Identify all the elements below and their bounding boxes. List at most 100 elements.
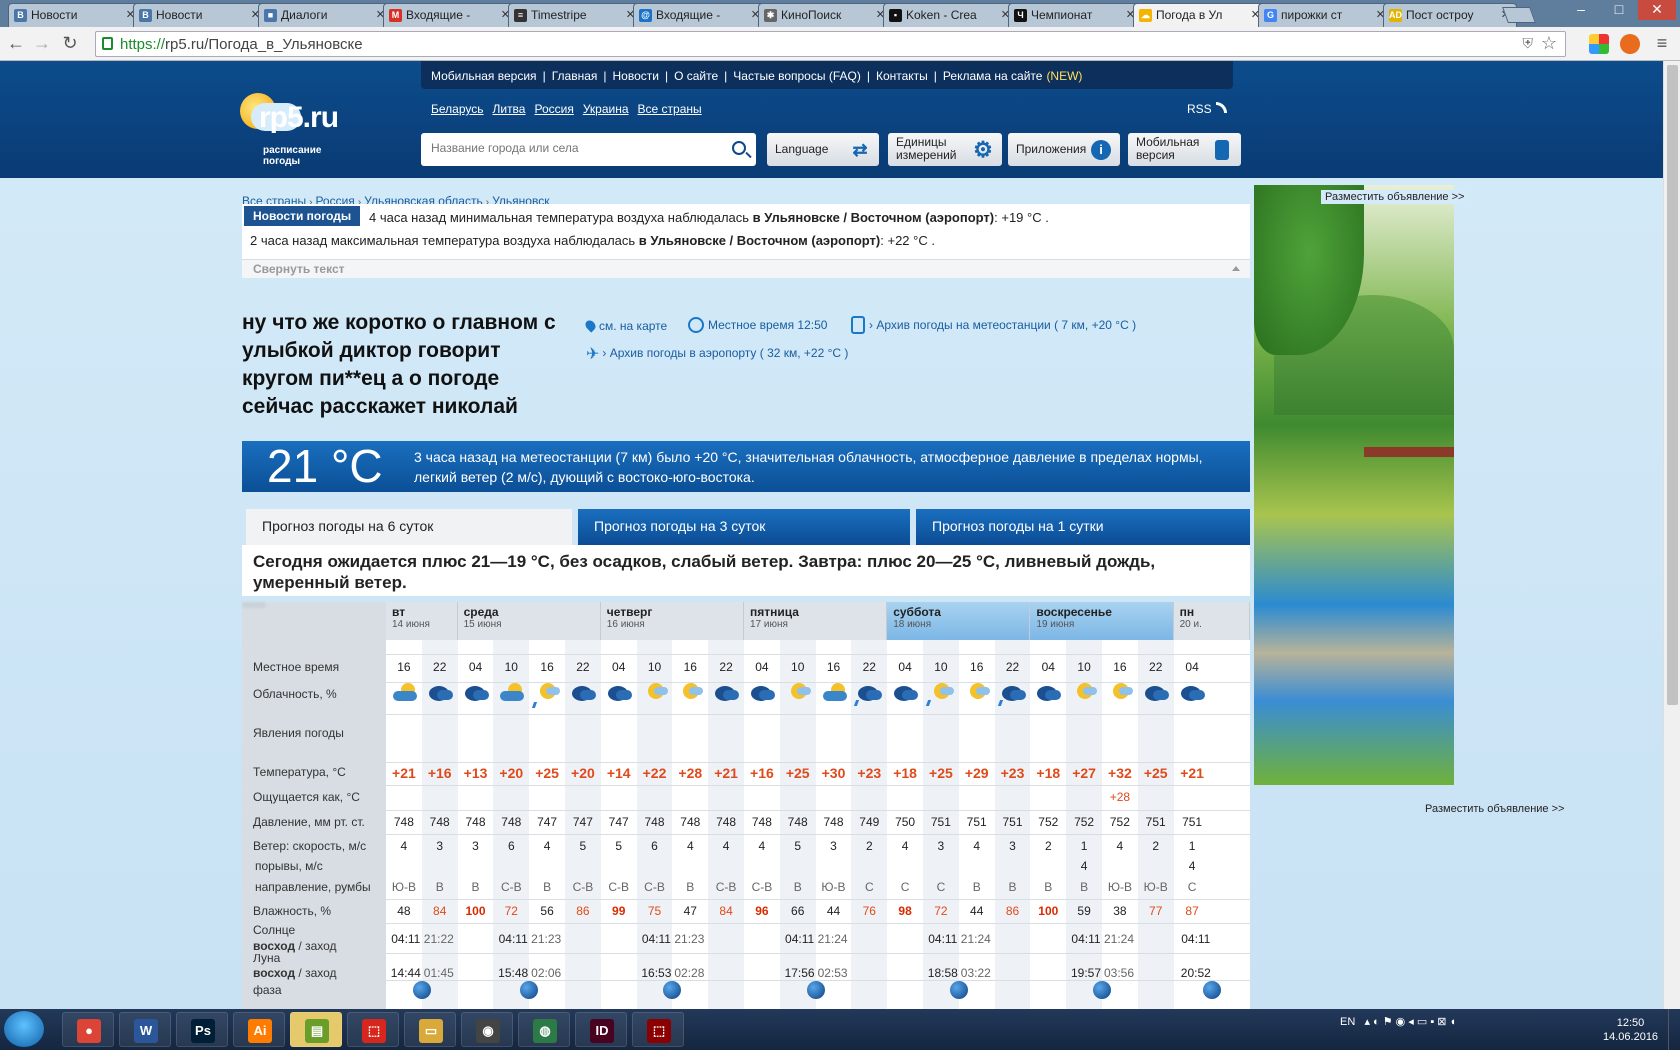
day-name: пятница [750,605,799,619]
country-link[interactable]: Беларусь [431,102,483,116]
taskbar-indesign-button[interactable]: ID [575,1012,627,1047]
acrobat-icon: ⬚ [362,1019,386,1043]
temperature-cell: +20 [499,765,524,781]
sunset-cell: 21:23 [674,932,705,946]
browser-tab[interactable]: ADПост остроу✕ [1383,3,1517,27]
country-link[interactable]: Россия [534,102,573,116]
map-link[interactable]: см. на карте [583,318,667,333]
browser-tab[interactable]: Gпирожки ст ✕ [1258,3,1392,27]
nav-link[interactable]: Главная [552,69,598,83]
nav-link[interactable]: Новости [613,69,659,83]
country-link[interactable]: Украина [583,102,629,116]
archive-airport-link[interactable]: ✈ › Архив погоды в аэропорту ( 32 км, +22… [586,344,848,364]
tab-forecast-3-days[interactable]: Прогноз погоды на 3 суток [578,509,910,545]
nav-link[interactable]: О сайте [674,69,718,83]
wind-direction-cell: В [1044,880,1053,894]
time-cell: 22 [1149,660,1163,674]
country-link[interactable]: Все страны [638,102,702,116]
extension-icon[interactable] [1589,34,1609,54]
taskbar-acrobat-button[interactable]: ⬚ [347,1012,399,1047]
scrollbar-thumb[interactable] [1667,65,1678,705]
taskbar-word-button[interactable]: W [119,1012,171,1047]
wind-speed-cell: 1 [1188,839,1196,853]
humidity-cell: 86 [1005,904,1020,918]
browser-tab[interactable]: ▪ Koken - Crea ✕ [883,3,1017,27]
taskbar-illustrator-button[interactable]: Ai [233,1012,285,1047]
moon-phase-icon [412,981,431,999]
browser-tab[interactable]: @ Входящие - ✕ [633,3,767,27]
tab-forecast-1-day[interactable]: Прогноз погоды на 1 сутки [916,509,1250,545]
address-bar[interactable]: https://rp5.ru/Погода_в_Ульяновске ⛨ ☆ [95,31,1566,57]
language-button[interactable]: Language ⇄ [767,133,879,166]
collapse-text-button[interactable]: Свернуть текст [242,259,1250,278]
nav-link[interactable]: Частые вопросы (FAQ) [733,69,861,83]
wind-speed-cell: 3 [472,839,479,853]
taskbar-photoshop-button[interactable]: Ps [176,1012,228,1047]
reload-button[interactable]: ↻ [58,32,82,56]
wind-direction-cell: В [972,880,981,894]
mobile-version-button[interactable]: Мобильная версия [1128,133,1241,166]
vertical-scrollbar[interactable] [1663,61,1680,1009]
airplane-icon: ✈ [586,346,600,363]
browser-tab[interactable]: B Новости ✕ [8,3,142,27]
nav-link[interactable]: Мобильная версия [431,69,537,83]
browser-tab[interactable]: Ч Чемпионат ✕ [1008,3,1142,27]
browser-tab[interactable]: ≡ Timestripe ✕ [508,3,642,27]
tab-forecast-6-days[interactable]: Прогноз погоды на 6 суток [246,509,572,545]
archive-station-link[interactable]: › Архив погоды на метеостанции ( 7 км, +… [851,316,1136,334]
sunny-cloud-icon [642,683,668,703]
cloud-icon [866,690,883,700]
nav-link[interactable]: Контакты [876,69,928,83]
taskbar-media-button[interactable]: ◉ [461,1012,513,1047]
browser-tab[interactable]: ■ Диалоги ✕ [258,3,392,27]
taskbar-chrome-button[interactable]: ● [62,1012,114,1047]
ad-place-link-bottom[interactable]: Разместить объявление >> [1421,802,1568,816]
taskbar-clock[interactable]: 12:50 14.06.2016 [1603,1016,1658,1044]
humidity-cell: 72 [934,904,948,918]
current-temperature: 21 °C [267,440,383,492]
cloud-icon [1119,687,1133,695]
taskbar-globe-button[interactable]: ◍ [518,1012,570,1047]
start-button[interactable] [4,1011,44,1047]
news-line-1: 4 часа назад минимальная температура воз… [369,210,1049,225]
browser-tab[interactable]: ☁ Погода в Ул ✕ [1133,3,1267,27]
wind-speed-cell: 4 [543,839,551,853]
ad-banner[interactable] [1254,185,1454,785]
pressure-cell: 752 [1109,815,1130,829]
menu-icon[interactable]: ≡ [1650,32,1674,56]
extension-badge-icon[interactable] [1620,34,1640,54]
taskbar-calculator-button[interactable]: ▤ [290,1012,342,1047]
search-icon[interactable] [732,141,746,155]
local-time: Местное время 12:50 [688,317,827,333]
weather-icon: ☁ [1139,9,1152,22]
pressure-cell: 751 [1002,815,1023,829]
wind-speed-cell: 1 [1080,839,1088,853]
country-link[interactable]: Литва [492,102,525,116]
search-input[interactable] [431,141,711,155]
ad-place-link-top[interactable]: Разместить объявление >> [1321,190,1469,204]
close-window-button[interactable]: ✕ [1638,0,1676,20]
minimize-button[interactable]: – [1562,0,1600,20]
day-header: четверг 16 июня [600,602,744,640]
browser-tab[interactable]: M Входящие - ✕ [383,3,517,27]
shield-icon[interactable]: ⛨ [1523,35,1534,52]
taskbar-explorer-button[interactable]: ▭ [404,1012,456,1047]
back-button[interactable]: ← [4,32,28,56]
browser-tab[interactable]: B Новости ✕ [133,3,267,27]
nav-link[interactable]: Реклама на сайте [943,69,1043,83]
units-button[interactable]: Единицы измерений ⚙ [888,133,1002,166]
sunrise-cell: 04:11 [785,932,815,946]
taskbar-reader-button[interactable]: ⬚ [632,1012,684,1047]
bookmark-star-icon[interactable]: ☆ [1541,33,1557,54]
browser-tab[interactable]: ✱ КиноПоиск ✕ [758,3,892,27]
forward-button[interactable]: → [30,32,54,56]
humidity-cell: 76 [862,904,876,918]
new-tab-button[interactable] [1502,7,1536,23]
cloud-icon [902,690,919,700]
show-desktop-button[interactable] [1668,1009,1680,1050]
maximize-button[interactable]: □ [1600,0,1638,20]
site-logo[interactable]: rp5.ru расписание погоды [237,91,357,171]
rss-link[interactable]: RSS [1187,102,1227,116]
apps-button[interactable]: Приложения i [1008,133,1120,166]
tab-title: Погода в Ул [1156,8,1223,22]
